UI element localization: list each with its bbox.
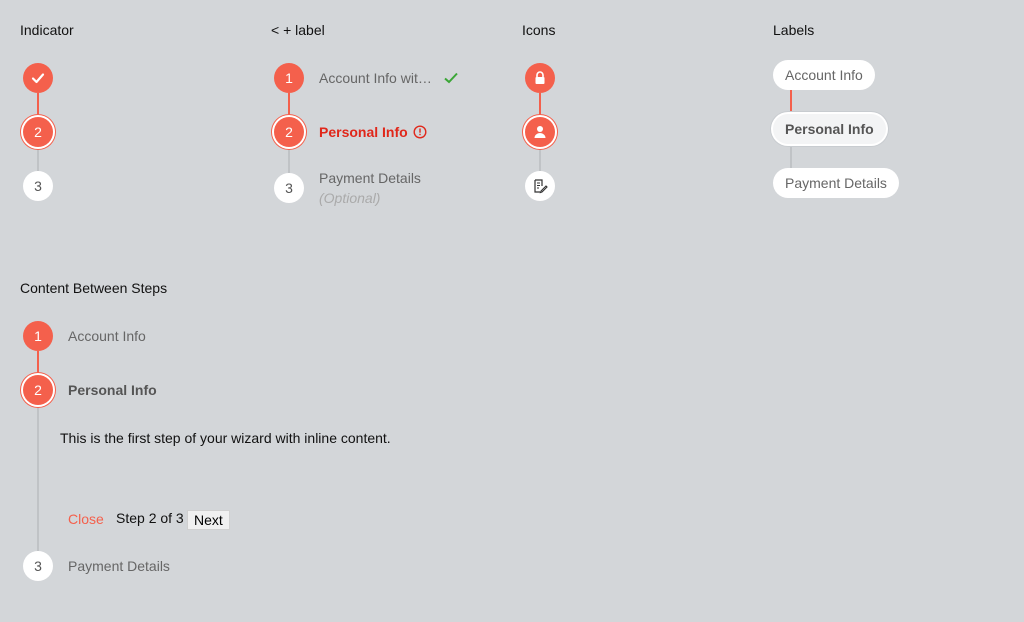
- step-connector: [790, 90, 792, 114]
- content-step-number-1[interactable]: 1: [23, 321, 53, 351]
- step-connector: [539, 93, 541, 117]
- content-step-label-1[interactable]: Account Info: [68, 328, 146, 344]
- content-step-number-2[interactable]: 2: [23, 375, 53, 405]
- step-label-2[interactable]: Personal Info: [319, 124, 408, 140]
- step-indicator-3[interactable]: 3: [23, 171, 53, 201]
- icons-heading: Icons: [522, 22, 556, 38]
- step-indicator-1[interactable]: [23, 63, 53, 93]
- step-icon-2[interactable]: [525, 117, 555, 147]
- step-number-2[interactable]: 2: [274, 117, 304, 147]
- step-number-3[interactable]: 3: [274, 173, 304, 203]
- step-number-1[interactable]: 1: [274, 63, 304, 93]
- pill-step-1[interactable]: Account Info: [773, 60, 875, 90]
- check-icon: [31, 73, 45, 84]
- step-indicator-2[interactable]: 2: [23, 117, 53, 147]
- step-connector: [288, 93, 290, 117]
- content-step-number-3[interactable]: 3: [23, 551, 53, 581]
- content-heading: Content Between Steps: [20, 280, 168, 296]
- success-check-icon: [444, 72, 458, 84]
- lock-icon: [535, 71, 545, 84]
- step-connector: [37, 405, 39, 551]
- step-connector: [37, 93, 39, 117]
- step-connector: [37, 147, 39, 171]
- step-connector: [790, 144, 792, 168]
- step-label-1[interactable]: Account Info wit…: [319, 70, 432, 86]
- pill-step-2[interactable]: Personal Info: [773, 114, 886, 144]
- step-label-3[interactable]: Payment Details: [319, 170, 421, 186]
- next-button[interactable]: Next: [187, 510, 230, 530]
- step-icon-1[interactable]: [525, 63, 555, 93]
- indicator-heading: Indicator: [20, 22, 74, 38]
- label-heading: < + label: [271, 22, 325, 38]
- step-icon-3[interactable]: [525, 171, 555, 201]
- close-button[interactable]: Close: [68, 511, 104, 527]
- content-step-label-2[interactable]: Personal Info: [68, 382, 157, 398]
- document-edit-icon: [534, 179, 548, 194]
- content-step-label-3[interactable]: Payment Details: [68, 558, 170, 574]
- step-optional-label: (Optional): [319, 190, 381, 206]
- labels-heading: Labels: [773, 22, 815, 38]
- step-connector: [539, 147, 541, 171]
- pill-step-3[interactable]: Payment Details: [773, 168, 899, 198]
- step-connector: [37, 351, 39, 375]
- error-icon: [413, 125, 427, 139]
- step-connector: [288, 147, 290, 173]
- step-progress-text: Step 2 of 3: [116, 510, 184, 526]
- step-content-text: This is the first step of your wizard wi…: [60, 430, 391, 446]
- person-icon: [534, 126, 546, 138]
